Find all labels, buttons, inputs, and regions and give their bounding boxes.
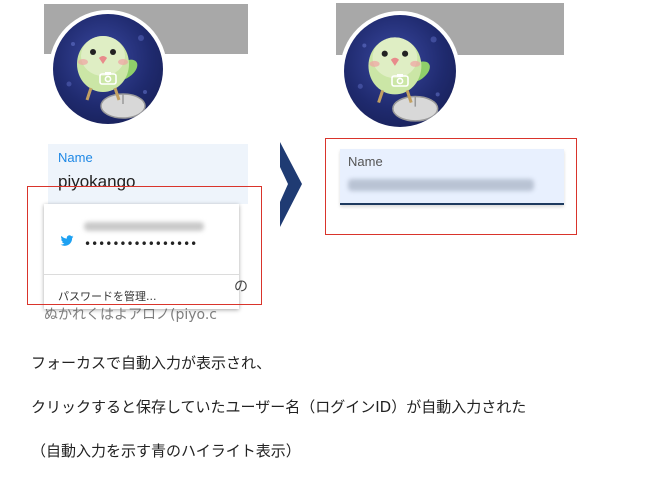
camera-icon[interactable] xyxy=(99,71,117,85)
caption: フォーカスで自動入力が表示され、 クリックすると保存していたユーザー名（ログイン… xyxy=(31,330,641,484)
annotation-box-left xyxy=(27,186,262,305)
right-arrow-icon xyxy=(280,142,302,227)
camera-icon[interactable] xyxy=(391,73,409,87)
annotation-box-right xyxy=(325,138,577,235)
caption-line-1: フォーカスで自動入力が表示され、 xyxy=(31,354,272,372)
caption-line-2: クリックすると保存していたユーザー名（ログインID）が自動入力された xyxy=(31,398,527,416)
parrot-image xyxy=(357,36,440,122)
profile-avatar[interactable] xyxy=(49,10,167,128)
name-label: Name xyxy=(58,150,93,165)
parrot-image xyxy=(66,35,147,119)
profile-avatar[interactable] xyxy=(340,11,460,131)
caption-line-3: （自動入力を示す青のハイライト表示） xyxy=(31,442,301,460)
background-text-line2: ぬかれくはよアロノ(piyo.c xyxy=(44,307,217,323)
